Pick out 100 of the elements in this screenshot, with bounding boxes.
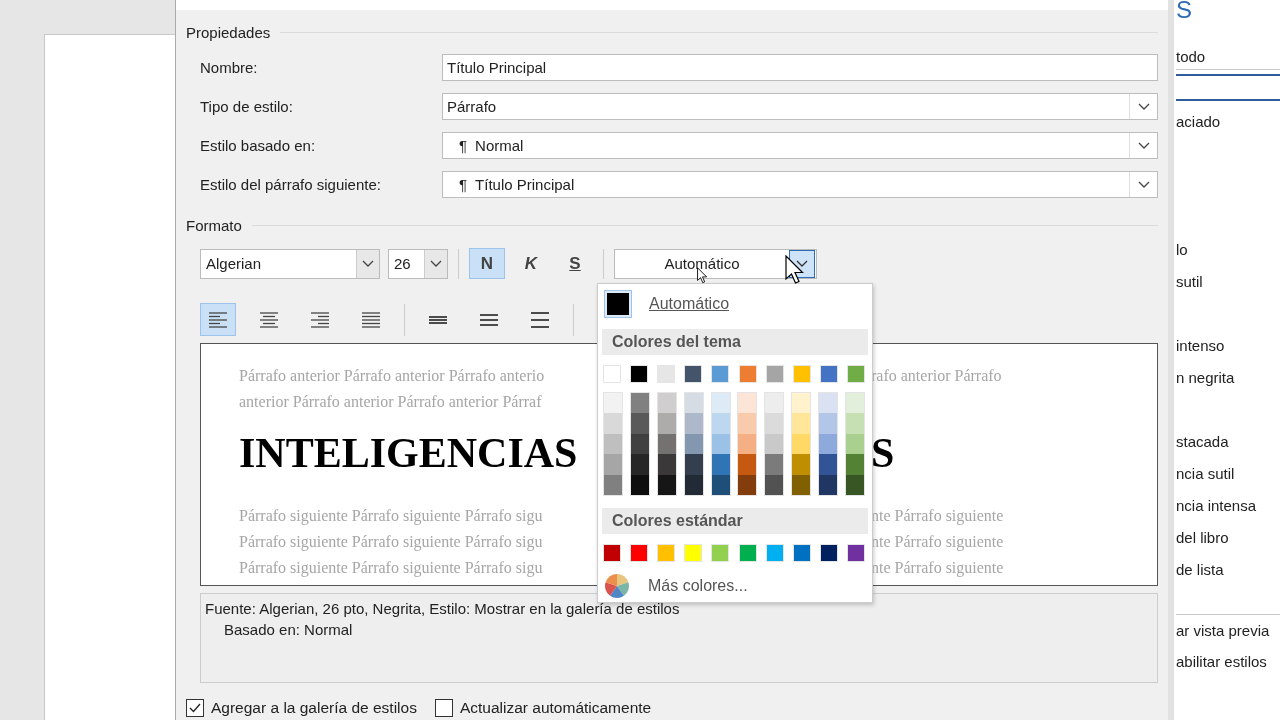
color-swatch[interactable] — [684, 365, 703, 383]
style-item[interactable]: lo — [1176, 234, 1280, 266]
color-swatch[interactable] — [711, 454, 730, 475]
color-swatch[interactable] — [684, 393, 703, 414]
style-dropdown[interactable]: ¶ Título Principal — [442, 171, 1158, 198]
color-swatch[interactable] — [630, 454, 649, 475]
style-item[interactable]: de lista — [1176, 554, 1280, 586]
checkbox[interactable] — [434, 699, 453, 717]
name-field[interactable]: Título Principal — [442, 54, 1158, 81]
align-left-button[interactable] — [200, 303, 236, 336]
color-swatch[interactable] — [792, 365, 811, 383]
color-swatch[interactable] — [738, 365, 757, 383]
color-swatch[interactable] — [847, 365, 865, 383]
color-swatch[interactable] — [819, 454, 837, 475]
color-swatch[interactable] — [657, 393, 676, 414]
color-swatch[interactable] — [792, 413, 811, 434]
color-swatch[interactable] — [711, 433, 730, 455]
color-swatch[interactable] — [819, 433, 837, 455]
color-swatch[interactable] — [684, 474, 703, 495]
clear-all-item[interactable]: todo — [1176, 45, 1280, 70]
color-swatch[interactable] — [630, 365, 649, 383]
color-swatch[interactable] — [711, 393, 730, 414]
color-swatch[interactable] — [630, 413, 649, 434]
color-swatch[interactable] — [765, 474, 784, 495]
style-item[interactable]: ncia sutil — [1176, 458, 1280, 490]
color-swatch[interactable] — [630, 543, 649, 562]
color-swatch[interactable] — [604, 454, 622, 475]
style-item[interactable]: stacada — [1176, 426, 1280, 458]
color-swatch[interactable] — [684, 433, 703, 455]
checkbox[interactable] — [186, 699, 204, 717]
style-item[interactable]: sutil — [1176, 266, 1280, 298]
color-swatch[interactable] — [657, 433, 676, 455]
color-swatch[interactable] — [604, 393, 622, 414]
color-swatch[interactable] — [792, 474, 811, 495]
color-swatch[interactable] — [657, 365, 676, 383]
color-swatch[interactable] — [765, 433, 784, 455]
color-swatch[interactable] — [738, 474, 757, 495]
color-swatch[interactable] — [847, 543, 865, 562]
color-swatch[interactable] — [738, 433, 757, 455]
color-swatch[interactable] — [657, 413, 676, 434]
color-swatch[interactable] — [604, 474, 622, 495]
color-swatch[interactable] — [819, 365, 838, 383]
color-swatch[interactable] — [845, 393, 864, 414]
color-swatch[interactable] — [711, 365, 730, 383]
color-swatch[interactable] — [765, 393, 784, 414]
color-swatch[interactable] — [845, 454, 864, 475]
color-swatch[interactable] — [792, 393, 811, 414]
color-swatch[interactable] — [845, 474, 864, 495]
color-swatch[interactable] — [819, 413, 837, 434]
color-swatch[interactable] — [684, 413, 703, 434]
color-swatch[interactable] — [819, 393, 837, 414]
style-item[interactable]: aciado — [1176, 106, 1280, 138]
field-label: Estilo basado en: — [200, 137, 317, 154]
checkbox-label: Actualizar automáticamente — [459, 699, 652, 717]
color-swatch[interactable] — [738, 543, 757, 562]
color-swatch[interactable] — [711, 543, 730, 562]
color-swatch[interactable] — [711, 413, 730, 434]
color-swatch[interactable] — [765, 365, 784, 383]
italic-button[interactable]: K — [513, 248, 549, 279]
style-item[interactable]: ncia intensa — [1176, 490, 1280, 522]
style-item[interactable]: intenso — [1176, 330, 1280, 362]
automatic-color-item[interactable]: Automático — [602, 289, 868, 319]
more-colors-item[interactable]: Más colores... — [602, 571, 868, 600]
style-item[interactable]: del libro — [1176, 522, 1280, 554]
style-item[interactable]: n negrita — [1176, 362, 1280, 394]
size-dropdown[interactable]: 26 — [388, 248, 448, 279]
color-swatch[interactable] — [657, 454, 676, 475]
color-swatch[interactable] — [684, 543, 703, 562]
color-swatch[interactable] — [630, 474, 649, 495]
color-swatch[interactable] — [792, 543, 811, 562]
color-swatch[interactable] — [603, 365, 621, 383]
color-swatch[interactable] — [845, 413, 864, 434]
color-swatch[interactable] — [765, 543, 784, 562]
color-swatch[interactable] — [765, 413, 784, 434]
color-swatch[interactable] — [819, 543, 838, 562]
color-swatch[interactable] — [845, 433, 864, 455]
style-dropdown[interactable]: Párrafo — [442, 93, 1158, 120]
color-swatch[interactable] — [738, 454, 757, 475]
description-text: Fuente: Algerian, 26 pto, Negrita, Estilo: Mostrar en la galería de estilos — [205, 599, 681, 619]
font-dropdown[interactable]: Algerian — [200, 248, 380, 279]
color-swatch[interactable] — [711, 474, 730, 495]
color-swatch[interactable] — [738, 393, 757, 414]
color-swatch[interactable] — [792, 454, 811, 475]
color-swatch[interactable] — [657, 474, 676, 495]
color-swatch[interactable] — [765, 454, 784, 475]
color-swatch[interactable] — [604, 413, 622, 434]
color-swatch[interactable] — [819, 474, 837, 495]
color-swatch[interactable] — [684, 454, 703, 475]
color-swatch[interactable] — [657, 543, 676, 562]
bold-button[interactable]: N — [469, 248, 505, 279]
style-item[interactable] — [1176, 74, 1280, 101]
style-dropdown[interactable]: ¶ Normal — [442, 132, 1158, 159]
underline-button[interactable]: S — [557, 248, 593, 279]
color-dropdown[interactable]: Automático — [614, 248, 817, 279]
color-swatch[interactable] — [603, 543, 621, 562]
color-swatch[interactable] — [792, 433, 811, 455]
color-swatch[interactable] — [630, 433, 649, 455]
color-swatch[interactable] — [604, 433, 622, 455]
color-swatch[interactable] — [738, 413, 757, 434]
color-swatch[interactable] — [630, 393, 649, 414]
